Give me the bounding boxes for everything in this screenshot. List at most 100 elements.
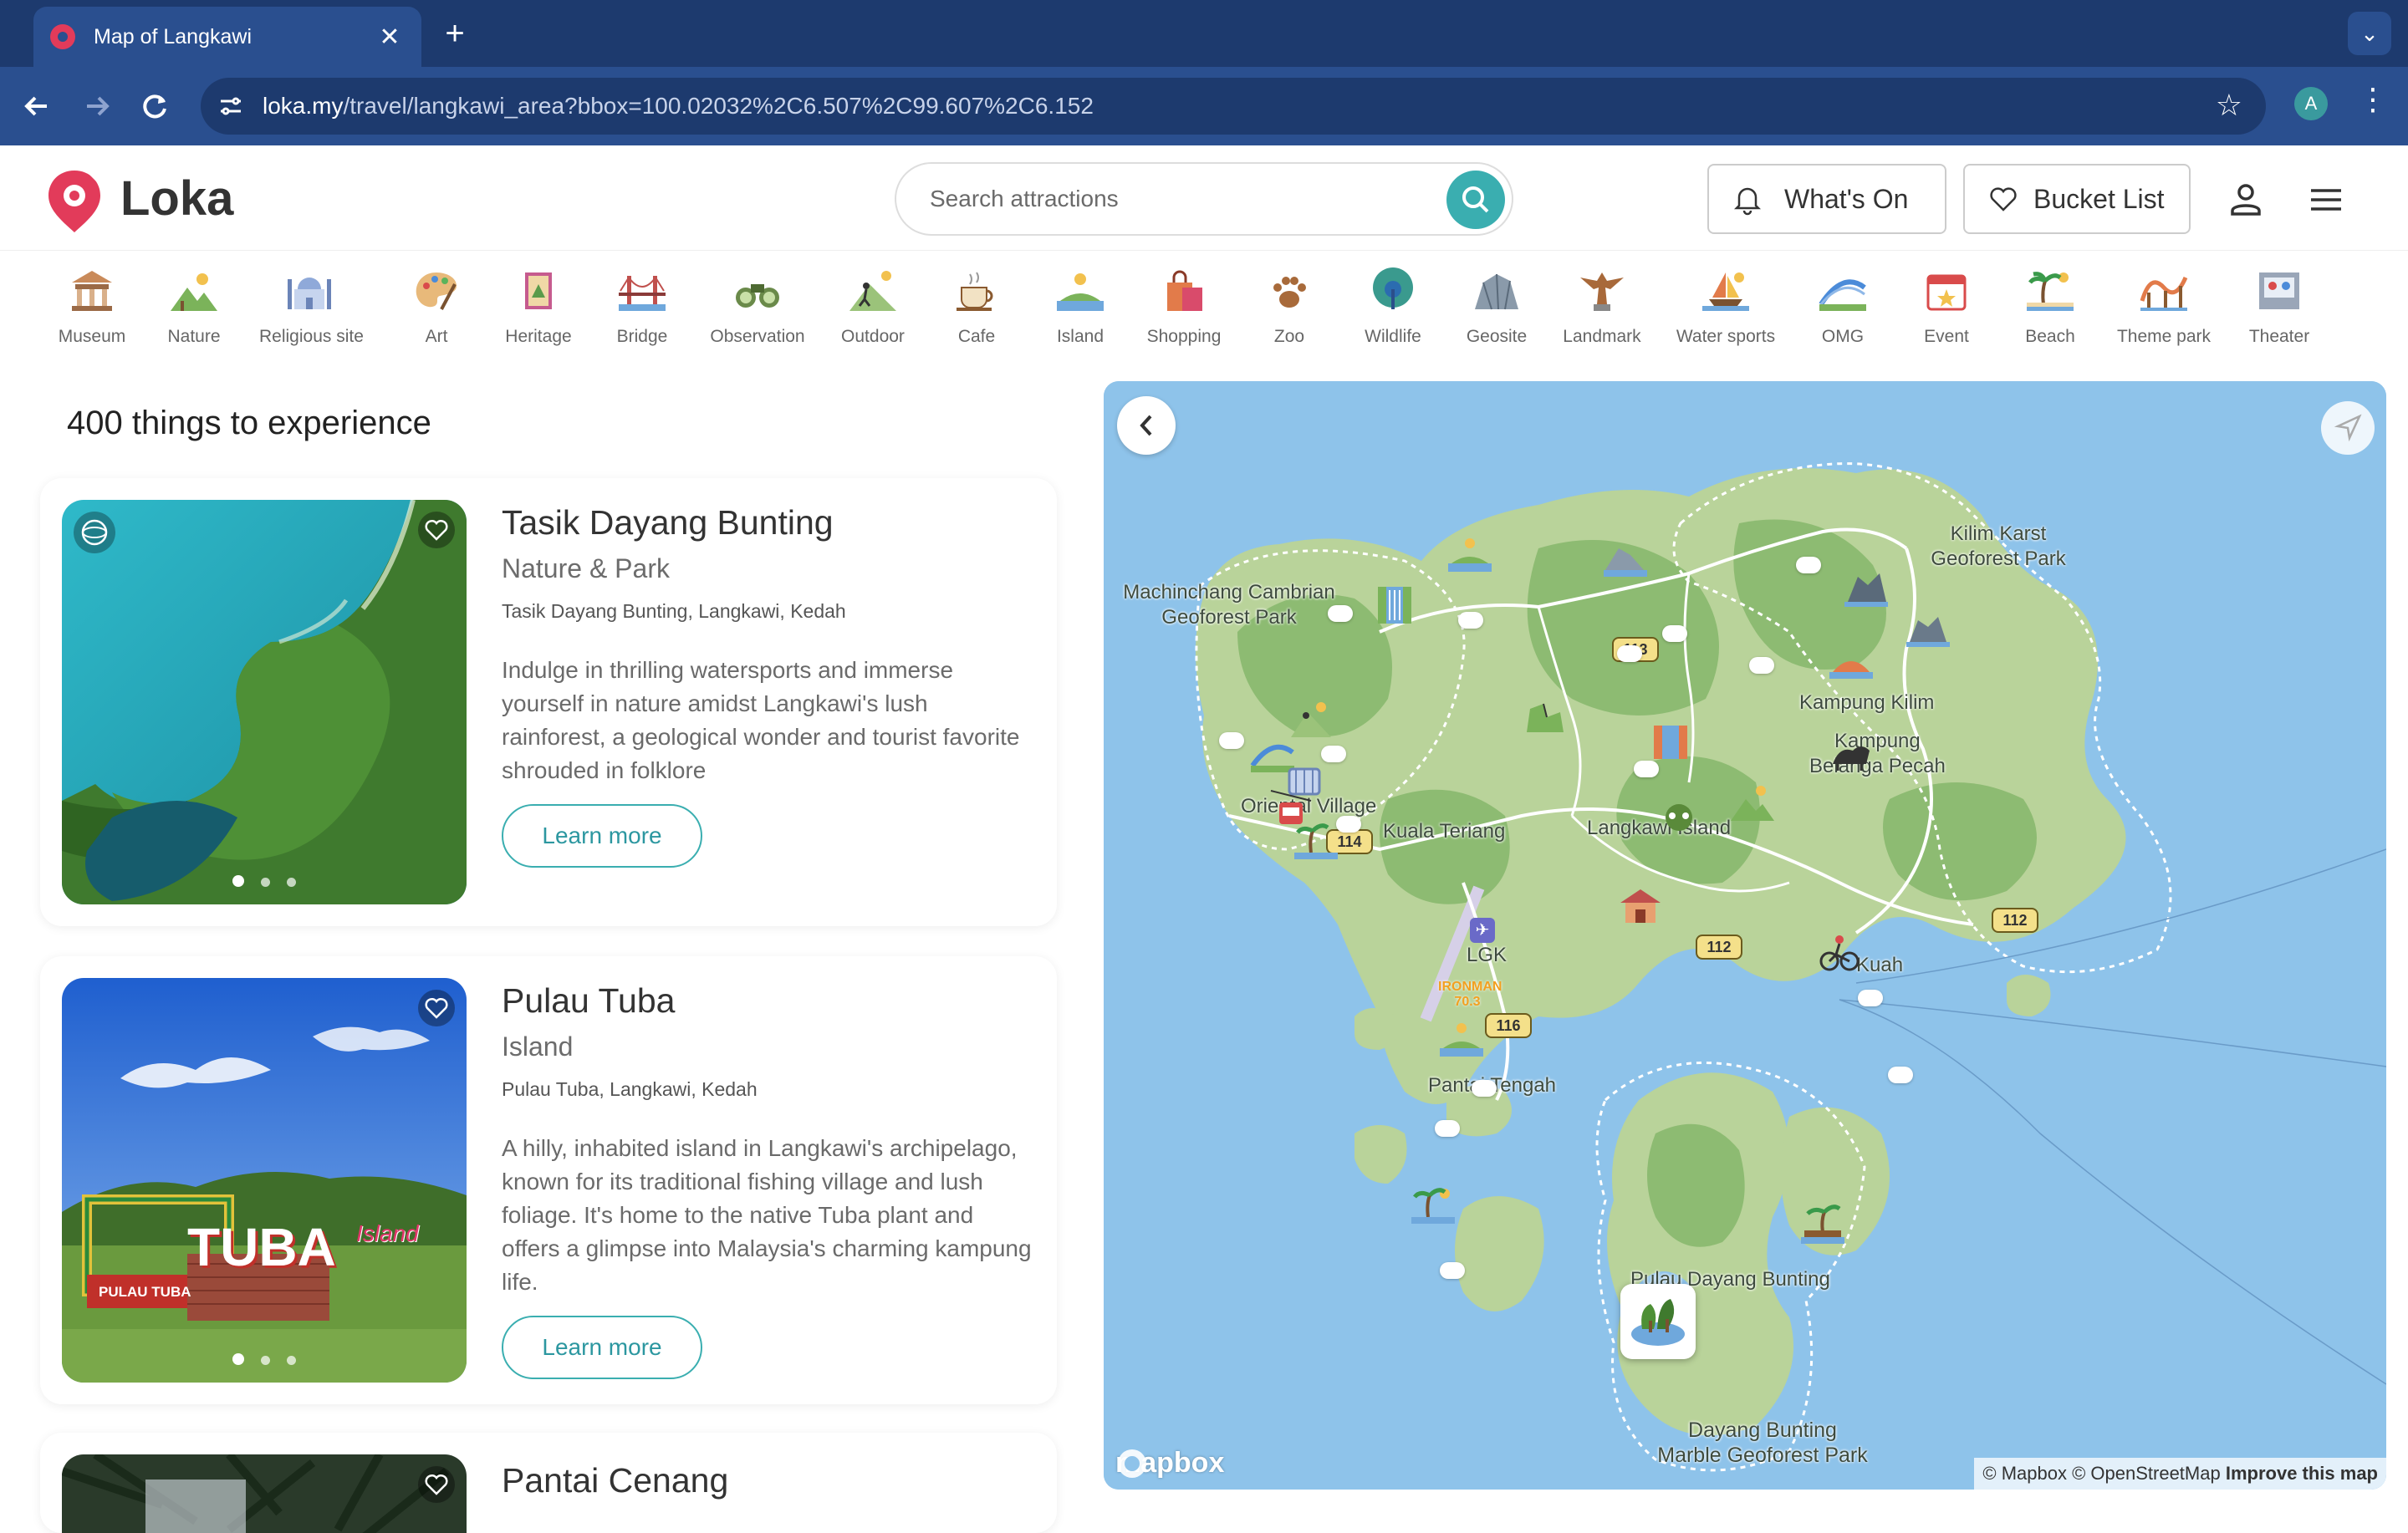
map-pin[interactable]	[1458, 612, 1483, 629]
category-event[interactable]: Event	[1896, 267, 1997, 347]
map-pin[interactable]	[1328, 605, 1353, 622]
geosite-poi-icon[interactable]	[1905, 605, 1951, 652]
bookmark-star-icon[interactable]: ☆	[2216, 88, 2242, 123]
carousel-dots[interactable]	[62, 875, 467, 891]
beach-poi-icon[interactable]	[1293, 819, 1339, 866]
attribution-text[interactable]: © Mapbox © OpenStreetMap	[1982, 1463, 2220, 1484]
learn-more-button[interactable]: Learn more	[502, 804, 702, 868]
geosite-poi-icon[interactable]	[1843, 565, 1890, 612]
browser-menu-icon[interactable]: ⋮	[2358, 82, 2388, 117]
ironman-event-marker[interactable]: IRONMAN 70.3	[1438, 980, 1502, 1010]
category-religious-site[interactable]: Religious site	[259, 267, 364, 347]
new-tab-button[interactable]: +	[438, 15, 472, 53]
back-arrow-icon[interactable]	[17, 85, 59, 127]
category-wildlife[interactable]: Wildlife	[1343, 267, 1443, 347]
category-omg[interactable]: OMG	[1793, 267, 1893, 347]
card-title[interactable]: Pantai Cenang	[502, 1461, 728, 1500]
hamburger-menu-icon[interactable]	[2309, 187, 2343, 212]
whats-on-button[interactable]: What's On	[1707, 164, 1946, 234]
attraction-photo[interactable]	[62, 1454, 467, 1533]
card-title[interactable]: Pulau Tuba	[502, 981, 675, 1021]
category-water-sports[interactable]: Water sports	[1676, 267, 1776, 347]
reload-icon[interactable]	[134, 85, 176, 127]
attraction-photo[interactable]	[62, 500, 467, 904]
island-poi-icon[interactable]	[1438, 1018, 1485, 1065]
category-beach[interactable]: Beach	[2000, 267, 2100, 347]
tab-close-button[interactable]: ✕	[375, 23, 405, 52]
category-bridge[interactable]: Bridge	[592, 267, 692, 347]
site-info-icon[interactable]	[217, 93, 244, 120]
bucket-list-button[interactable]: Bucket List	[1963, 164, 2191, 234]
map-pin[interactable]	[1888, 1067, 1913, 1083]
collapse-map-button[interactable]	[1117, 396, 1176, 455]
zoo-poi-icon[interactable]	[1656, 796, 1702, 843]
search-input[interactable]	[930, 181, 1398, 217]
favorite-heart-icon[interactable]	[418, 512, 455, 548]
logo-text[interactable]: Loka	[120, 171, 233, 227]
map-pin[interactable]	[1435, 1120, 1460, 1137]
wildlife-poi-icon[interactable]	[1828, 731, 1875, 777]
attraction-card[interactable]: Tasik Dayang Bunting Nature & Park Tasik…	[40, 478, 1057, 926]
profile-avatar[interactable]: A	[2294, 87, 2328, 120]
user-account-icon[interactable]	[2227, 181, 2264, 217]
learn-more-button[interactable]: Learn more	[502, 1316, 702, 1379]
loka-logo-icon[interactable]	[45, 167, 104, 234]
waterfall-poi-icon[interactable]	[1647, 719, 1694, 766]
category-observation[interactable]: Observation	[707, 267, 808, 347]
nature-poi-icon[interactable]	[1729, 781, 1776, 828]
beach-poi-icon[interactable]	[1828, 639, 1875, 685]
browser-tab[interactable]: Map of Langkawi ✕	[33, 7, 421, 67]
card-title[interactable]: Tasik Dayang Bunting	[502, 503, 834, 542]
island-poi-icon[interactable]	[1446, 533, 1493, 580]
waterfall-poi-icon[interactable]	[1371, 582, 1418, 629]
geosite-poi-icon[interactable]	[1602, 537, 1649, 583]
airport-icon[interactable]: ✈	[1470, 918, 1495, 943]
map-canvas[interactable]	[1104, 381, 2386, 1490]
map-pin[interactable]	[1472, 1080, 1497, 1097]
map-label-kuala-teriang: Kuala Teriang	[1383, 820, 1506, 843]
map-pin[interactable]	[1440, 1262, 1465, 1279]
geosite-poi-icon[interactable]	[1522, 692, 1569, 739]
map-pin[interactable]	[1749, 657, 1774, 674]
category-heritage[interactable]: Heritage	[488, 267, 589, 347]
selected-attraction-marker[interactable]	[1620, 1284, 1696, 1359]
attraction-card[interactable]: Pantai Cenang	[40, 1433, 1057, 1533]
favorite-heart-icon[interactable]	[418, 1466, 455, 1503]
map-pin[interactable]	[1617, 645, 1642, 662]
attraction-card[interactable]: TUBA Island PULAU TUBA Pulau Tuba Island…	[40, 956, 1057, 1404]
category-nature[interactable]: Nature	[144, 267, 244, 347]
map-view[interactable]: Machinchang Cambrian Geoforest Park Kili…	[1104, 381, 2386, 1490]
map-pin[interactable]	[1796, 557, 1821, 573]
map-pin[interactable]	[1336, 816, 1361, 833]
beach-poi-icon[interactable]	[1799, 1202, 1846, 1249]
heritage-poi-icon[interactable]	[1617, 883, 1664, 929]
outdoor-poi-icon[interactable]	[1816, 928, 1863, 975]
category-geosite[interactable]: Geosite	[1446, 267, 1547, 347]
attraction-photo[interactable]: TUBA Island PULAU TUBA	[62, 978, 467, 1383]
beach-poi-icon[interactable]	[1410, 1184, 1457, 1230]
tab-list-chevron-icon[interactable]: ⌄	[2348, 12, 2391, 55]
category-island[interactable]: Island	[1030, 267, 1130, 347]
carousel-dots[interactable]	[62, 1353, 467, 1369]
mapbox-logo[interactable]: mapbox	[1115, 1447, 1224, 1480]
map-pin[interactable]	[1858, 990, 1883, 1006]
map-pin[interactable]	[1219, 732, 1244, 749]
category-art[interactable]: Art	[386, 267, 487, 347]
map-pin[interactable]	[1662, 625, 1687, 642]
forward-arrow-icon[interactable]	[75, 85, 117, 127]
improve-map-link[interactable]: Improve this map	[2226, 1463, 2378, 1484]
category-zoo[interactable]: Zoo	[1239, 267, 1339, 347]
navigation-arrow-icon	[2334, 414, 2362, 442]
category-theme-park[interactable]: Theme park	[2114, 267, 2214, 347]
category-cafe[interactable]: Cafe	[926, 267, 1027, 347]
360-view-icon[interactable]	[74, 512, 115, 553]
search-button[interactable]	[1446, 171, 1505, 229]
locate-me-button[interactable]	[2321, 401, 2375, 455]
favorite-heart-icon[interactable]	[418, 990, 455, 1026]
address-bar[interactable]: loka.my/travel/langkawi_area?bbox=100.02…	[201, 78, 2266, 135]
category-landmark[interactable]: Landmark	[1552, 267, 1652, 347]
category-theater[interactable]: Theater	[2229, 267, 2329, 347]
category-shopping[interactable]: Shopping	[1134, 267, 1234, 347]
category-outdoor[interactable]: Outdoor	[823, 267, 923, 347]
category-museum[interactable]: Museum	[42, 267, 142, 347]
